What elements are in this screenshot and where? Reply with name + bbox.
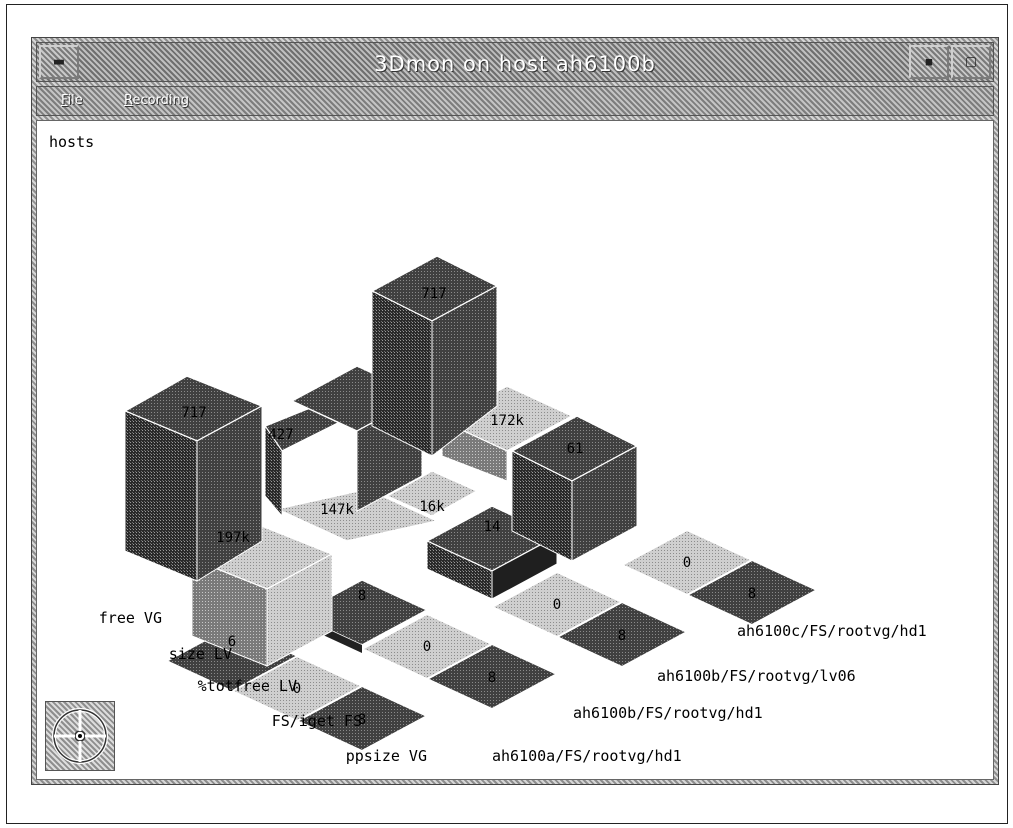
row-label-fsiget-fs: FS/iget FS bbox=[272, 712, 362, 730]
window-title: 3Dmon on host ah6100b bbox=[374, 52, 656, 76]
steering-wheel-icon bbox=[52, 708, 108, 764]
menu-file[interactable]: File bbox=[61, 93, 83, 108]
menu-recording[interactable]: Recording bbox=[124, 93, 189, 108]
value-freevg-a: 717 bbox=[181, 405, 206, 421]
row-label-free-vg: free VG bbox=[99, 609, 162, 627]
value-ppsize-d: 8 bbox=[748, 586, 756, 602]
column-label-ah6100b-hd1: ah6100b/FS/rootvg/hd1 bbox=[573, 704, 763, 722]
value-fsiget-d: 0 bbox=[683, 555, 691, 571]
value-ppsize-c: 8 bbox=[618, 628, 626, 644]
3d-bar-scene: 717 427 717 61 197k 147k 16k 172k 6 8 14… bbox=[99, 255, 927, 765]
value-freevg-c: 717 bbox=[421, 286, 446, 302]
value-fsiget-b: 0 bbox=[423, 639, 431, 655]
column-label-ah6100c-hd1: ah6100c/FS/rootvg/hd1 bbox=[737, 622, 927, 640]
menu-recording-rest: ecording bbox=[132, 93, 190, 108]
navigation-control[interactable] bbox=[45, 701, 115, 771]
minimize-button[interactable]: ▪ bbox=[909, 45, 949, 79]
row-label-totfree-lv: %totfree LV bbox=[198, 677, 297, 695]
value-sizelv-d: 172k bbox=[490, 413, 524, 429]
row-label-size-lv: size LV bbox=[169, 645, 232, 663]
maximize-icon: ▢ bbox=[964, 54, 978, 70]
menu-file-rest: ile bbox=[67, 93, 83, 108]
menu-bar: File Recording bbox=[36, 86, 994, 116]
value-freevg-b: 427 bbox=[268, 427, 293, 443]
column-label-ah6100a-hd1: ah6100a/FS/rootvg/hd1 bbox=[492, 747, 682, 765]
column-label-ah6100b-lv06: ah6100b/FS/rootvg/lv06 bbox=[657, 667, 856, 685]
row-label-ppsize-vg: ppsize VG bbox=[346, 747, 427, 765]
value-totfree-c: 14 bbox=[484, 519, 501, 535]
minimize-icon: ▪ bbox=[924, 54, 934, 70]
value-sizelv-c: 16k bbox=[419, 499, 445, 515]
value-sizelv-a: 197k bbox=[216, 530, 250, 546]
value-sizelv-b: 147k bbox=[320, 502, 354, 518]
value-fsiget-c: 0 bbox=[553, 597, 561, 613]
app-window: ▬ 3Dmon on host ah6100b ▪ ▢ File Recordi… bbox=[31, 37, 999, 785]
value-totfree-b: 8 bbox=[358, 588, 366, 604]
graph-area[interactable]: hosts 717 427 717 61 197k 147k 16k 172k … bbox=[36, 120, 994, 780]
title-bar[interactable]: ▬ 3Dmon on host ah6100b ▪ ▢ bbox=[36, 42, 994, 82]
value-freevg-d: 61 bbox=[567, 441, 584, 457]
maximize-button[interactable]: ▢ bbox=[951, 45, 991, 79]
value-ppsize-b: 8 bbox=[488, 670, 496, 686]
